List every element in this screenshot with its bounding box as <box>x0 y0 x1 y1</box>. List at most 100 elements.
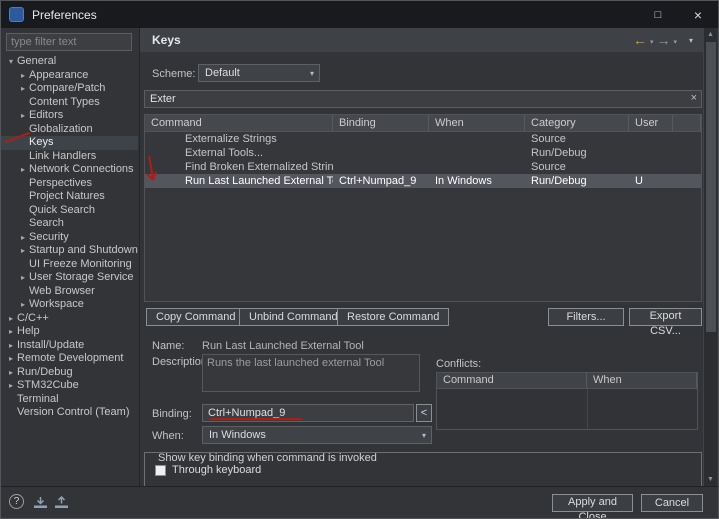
vertical-scrollbar[interactable]: ▲ ▼ <box>703 28 717 486</box>
scroll-up-icon[interactable]: ▲ <box>704 28 717 41</box>
sidebar-item-user-storage-service[interactable]: ▸ User Storage Service <box>1 271 138 285</box>
sidebar-item-network-connections[interactable]: ▸ Network Connections <box>1 163 138 177</box>
apply-and-close-button[interactable]: Apply and Close <box>552 494 633 518</box>
sidebar-item-version-control[interactable]: Version Control (Team) <box>1 406 138 420</box>
page-header <box>140 28 705 52</box>
when-value: In Windows <box>209 429 266 441</box>
binding-input[interactable] <box>202 404 414 422</box>
view-menu-icon[interactable]: ▾ <box>689 36 693 45</box>
column-header-empty <box>673 115 701 131</box>
table-row-external-tools[interactable]: External Tools... Run/Debug <box>145 146 701 160</box>
maximize-button[interactable]: □ <box>638 1 678 28</box>
filters-button[interactable]: Filters... <box>548 308 624 326</box>
chevron-collapsed-icon[interactable]: ▸ <box>5 339 17 353</box>
import-preferences-icon[interactable] <box>33 496 48 509</box>
forward-dropdown-icon[interactable]: ▾ <box>673 35 677 46</box>
description-textarea[interactable]: Runs the last launched external Tool <box>202 354 420 392</box>
sidebar-filter-input[interactable] <box>6 33 132 51</box>
scheme-dropdown[interactable]: Default ▾ <box>198 64 320 82</box>
scroll-down-icon[interactable]: ▼ <box>704 473 717 486</box>
sidebar-item-help[interactable]: ▸ Help <box>1 325 138 339</box>
sidebar-item-ui-freeze-monitoring[interactable]: UI Freeze Monitoring <box>1 258 138 272</box>
chevron-collapsed-icon[interactable]: ▸ <box>17 231 29 245</box>
sidebar-item-workspace[interactable]: ▸ Workspace <box>1 298 138 312</box>
chevron-collapsed-icon[interactable]: ▸ <box>17 244 29 258</box>
sidebar-item-run-debug[interactable]: ▸ Run/Debug <box>1 366 138 380</box>
sidebar-item-startup-and-shutdown[interactable]: ▸ Startup and Shutdown <box>1 244 138 258</box>
chevron-collapsed-icon[interactable]: ▸ <box>17 298 29 312</box>
sidebar-item-link-handlers[interactable]: Link Handlers <box>1 150 138 164</box>
sidebar-item-label: Editors <box>29 109 64 121</box>
sidebar-item-globalization[interactable]: Globalization <box>1 123 138 137</box>
sidebar-item-web-browser[interactable]: Web Browser <box>1 285 138 299</box>
chevron-expanded-icon[interactable]: ▾ <box>5 55 17 69</box>
back-icon[interactable]: ← <box>633 32 647 48</box>
sidebar-item-label: User Storage Service <box>29 271 134 283</box>
sidebar-item-install-update[interactable]: ▸ Install/Update <box>1 339 138 353</box>
sidebar-item-appearance[interactable]: ▸ Appearance <box>1 69 138 83</box>
conflicts-column-command[interactable]: Command <box>437 373 587 388</box>
cancel-button[interactable]: Cancel <box>641 494 703 512</box>
table-row-externalize-strings[interactable]: Externalize Strings Source <box>145 132 701 146</box>
scrollbar-thumb[interactable] <box>706 42 716 332</box>
sidebar-item-c-cpp[interactable]: ▸ C/C++ <box>1 312 138 326</box>
sidebar-item-perspectives[interactable]: Perspectives <box>1 177 138 191</box>
chevron-collapsed-icon[interactable]: ▸ <box>17 82 29 96</box>
sidebar-item-stm32cube[interactable]: ▸ STM32Cube <box>1 379 138 393</box>
chevron-collapsed-icon[interactable]: ▸ <box>5 352 17 366</box>
sidebar-item-keys[interactable]: Keys <box>1 136 138 150</box>
titlebar[interactable]: Preferences □ × <box>1 1 718 28</box>
chevron-collapsed-icon[interactable]: ▸ <box>17 163 29 177</box>
chevron-collapsed-icon[interactable]: ▸ <box>5 379 17 393</box>
back-dropdown-icon[interactable]: ▾ <box>650 35 654 46</box>
unbind-command-button[interactable]: Unbind Command <box>239 308 348 326</box>
sidebar-item-label: Remote Development <box>17 352 124 364</box>
close-button[interactable]: × <box>678 1 718 28</box>
checkbox-icon[interactable] <box>155 464 166 476</box>
conflicts-table-header: Command When <box>437 373 697 389</box>
column-header-when[interactable]: When <box>429 115 525 131</box>
export-csv-button[interactable]: Export CSV... <box>629 308 702 337</box>
close-icon: × <box>693 6 703 23</box>
copy-command-button[interactable]: Copy Command <box>146 308 246 326</box>
cell-when <box>429 160 525 174</box>
sidebar-item-editors[interactable]: ▸ Editors <box>1 109 138 123</box>
sidebar-item-general[interactable]: ▾ General <box>1 55 138 69</box>
sidebar-item-quick-search[interactable]: Quick Search <box>1 204 138 218</box>
column-header-user[interactable]: User <box>629 115 673 131</box>
sidebar-item-compare-patch[interactable]: ▸ Compare/Patch <box>1 82 138 96</box>
export-preferences-icon[interactable] <box>54 496 69 509</box>
restore-command-button[interactable]: Restore Command <box>337 308 450 326</box>
sidebar-item-security[interactable]: ▸ Security <box>1 231 138 245</box>
chevron-collapsed-icon[interactable]: ▸ <box>17 109 29 123</box>
sidebar-item-search[interactable]: Search <box>1 217 138 231</box>
column-header-category[interactable]: Category <box>525 115 629 131</box>
help-icon[interactable]: ? <box>9 494 24 509</box>
binding-assist-button[interactable]: < <box>416 404 432 422</box>
table-row-find-broken-externalized-strings[interactable]: Find Broken Externalized Strings Source <box>145 160 701 174</box>
table-row-run-last-launched-external-tool[interactable]: Run Last Launched External Tool Ctrl+Num… <box>145 174 701 188</box>
command-filter-input[interactable] <box>145 91 681 107</box>
chevron-collapsed-icon[interactable]: ▸ <box>5 312 17 326</box>
column-divider <box>587 389 588 429</box>
column-header-binding[interactable]: Binding <box>333 115 429 131</box>
chevron-collapsed-icon[interactable]: ▸ <box>17 69 29 83</box>
conflicts-table-body <box>437 389 697 429</box>
chevron-collapsed-icon[interactable]: ▸ <box>5 366 17 380</box>
footer: ? Apply and Close Cancel <box>1 486 718 518</box>
forward-icon[interactable]: → <box>656 32 670 48</box>
sidebar-item-project-natures[interactable]: Project Natures <box>1 190 138 204</box>
sidebar-item-label: Network Connections <box>29 163 134 175</box>
sidebar-item-remote-development[interactable]: ▸ Remote Development <box>1 352 138 366</box>
clear-filter-icon[interactable]: × <box>691 92 697 104</box>
window-title: Preferences <box>32 7 97 22</box>
sidebar-item-content-types[interactable]: Content Types <box>1 96 138 110</box>
when-dropdown[interactable]: In Windows ▾ <box>202 426 432 444</box>
chevron-collapsed-icon[interactable]: ▸ <box>5 325 17 339</box>
conflicts-column-when[interactable]: When <box>587 373 697 388</box>
column-header-command[interactable]: Command <box>145 115 333 131</box>
sidebar-item-label: Web Browser <box>29 284 95 297</box>
sidebar-item-terminal[interactable]: Terminal <box>1 393 138 407</box>
chevron-collapsed-icon[interactable]: ▸ <box>17 271 29 285</box>
through-keyboard-option[interactable]: Through keyboard <box>155 464 261 476</box>
